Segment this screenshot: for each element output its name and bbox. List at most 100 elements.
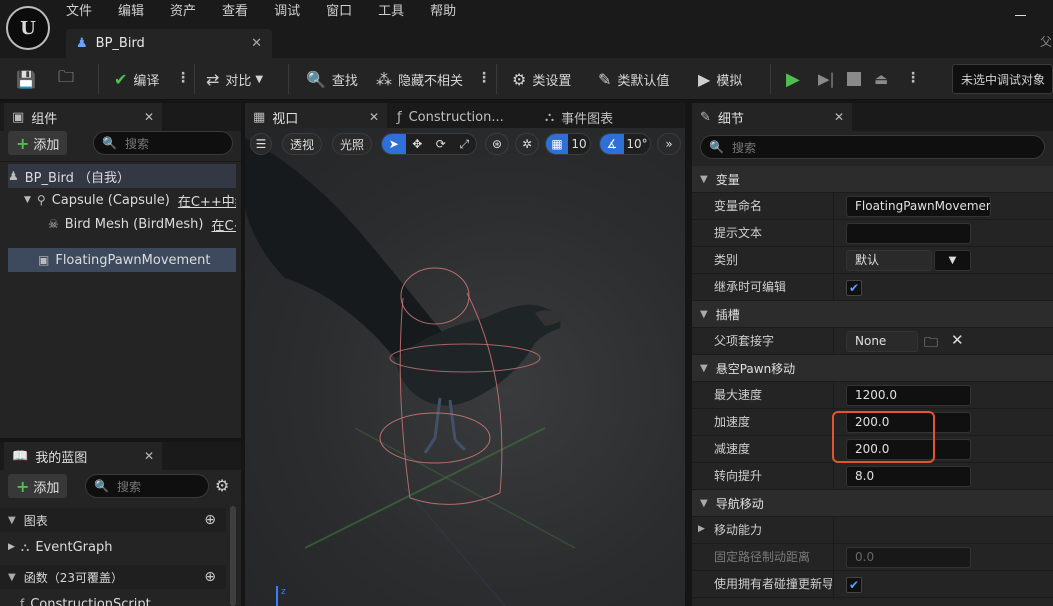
tab-construction-script[interactable]: ƒ Construction... <box>389 103 535 131</box>
tab-viewport[interactable]: ▦ 视口 ✕ <box>245 103 387 131</box>
tab-my-blueprint[interactable]: 📖 我的蓝图 ✕ <box>4 442 162 470</box>
section-graphs[interactable]: ▼ 图表 ⊕ <box>0 508 226 532</box>
move-tool-icon[interactable]: ✥ <box>406 137 430 151</box>
variable-name-input[interactable]: FloatingPawnMovement <box>846 196 991 217</box>
add-member-button[interactable]: + 添加 <box>8 474 68 498</box>
more-options-button[interactable]: » <box>657 133 681 155</box>
play-options-icon[interactable]: ⋮ <box>906 70 920 86</box>
expand-caret-icon[interactable]: ▶ <box>698 524 705 534</box>
details-search-input[interactable]: 🔍 搜索 <box>700 135 1045 159</box>
close-panel-icon[interactable]: ✕ <box>144 110 154 124</box>
edit-in-cpp-link[interactable]: 在C++ <box>211 215 236 234</box>
perspective-button[interactable]: 透视 <box>282 133 322 155</box>
menu-debug[interactable]: 调试 <box>274 2 300 22</box>
component-row-floating-pawn-movement[interactable]: ▣ FloatingPawnMovement <box>8 248 236 272</box>
browse-button[interactable]: 🗀 <box>58 58 80 100</box>
rotation-snap-value[interactable]: 10° <box>624 137 650 151</box>
my-blueprint-search-input[interactable]: 🔍 搜索 <box>85 474 209 498</box>
component-row-capsule[interactable]: ▼ ⚲ Capsule (Capsule) 在C++中编辑 <box>24 188 236 212</box>
viewport-options-button[interactable]: ☰ <box>250 133 272 155</box>
compile-button[interactable]: ✔ 编译 <box>114 58 159 100</box>
function-item-construction-script[interactable]: ƒ ConstructionScript <box>20 592 226 606</box>
column-divider[interactable] <box>833 328 834 355</box>
menu-file[interactable]: 文件 <box>66 2 92 22</box>
clear-socket-icon[interactable]: ✕ <box>951 331 964 349</box>
component-row-bird-mesh[interactable]: ☠ Bird Mesh (BirdMesh) 在C++ <box>48 212 236 236</box>
column-divider[interactable] <box>833 247 834 274</box>
column-divider[interactable] <box>833 517 834 544</box>
column-divider[interactable] <box>833 463 834 490</box>
settings-gear-icon[interactable]: ⚙ <box>215 476 229 495</box>
add-function-icon[interactable]: ⊕ <box>204 569 216 585</box>
eject-button[interactable]: ⏏ <box>874 58 888 100</box>
rotation-snap-control[interactable]: ∡ 10° <box>599 133 651 155</box>
tab-components[interactable]: ▣ 组件 ✕ <box>4 103 162 131</box>
parent-socket-field[interactable]: None <box>846 331 918 352</box>
tab-details[interactable]: ✎ 细节 ✕ <box>692 103 852 131</box>
save-button[interactable]: 💾 <box>16 58 42 100</box>
class-defaults-button[interactable]: ✎ 类默认值 <box>598 58 669 100</box>
stop-button[interactable] <box>847 58 861 100</box>
simulate-button[interactable]: ▶ 模拟 <box>698 58 742 100</box>
diff-button[interactable]: ⇄ 对比 ▼ <box>206 58 263 100</box>
column-divider[interactable] <box>833 571 834 598</box>
column-divider[interactable] <box>833 544 834 571</box>
column-divider[interactable] <box>833 193 834 220</box>
use-accel-checkbox[interactable]: ✔ <box>846 577 862 593</box>
find-button[interactable]: 🔍 查找 <box>306 58 358 100</box>
hide-unrelated-button[interactable]: ⁂ 隐藏不相关 <box>376 58 463 100</box>
grid-snap-icon[interactable]: ▦ <box>546 134 568 154</box>
column-divider[interactable] <box>833 274 834 301</box>
rotation-snap-icon[interactable]: ∡ <box>600 134 624 154</box>
editable-checkbox[interactable]: ✔ <box>846 280 862 296</box>
details-section-variables[interactable]: ▼ 变量 <box>692 166 1053 193</box>
surface-snap-toggle[interactable]: ✲ <box>515 133 539 155</box>
column-divider[interactable] <box>833 220 834 247</box>
menu-asset[interactable]: 资产 <box>170 2 196 22</box>
expand-caret-icon[interactable]: ▶ <box>8 542 15 552</box>
menu-view[interactable]: 查看 <box>222 2 248 22</box>
play-button[interactable]: ▶ <box>786 58 800 100</box>
graph-item-event-graph[interactable]: ▶ ⛬ EventGraph <box>8 535 226 559</box>
browse-socket-icon[interactable]: 🗀 <box>924 332 938 356</box>
column-divider[interactable] <box>833 382 834 409</box>
step-button[interactable]: ▶| <box>818 58 835 100</box>
scale-tool-icon[interactable]: ⤢ <box>453 137 477 152</box>
details-section-floating-pawn-movement[interactable]: ▼ 悬空Pawn移动 <box>692 355 1053 382</box>
close-tab-icon[interactable]: ✕ <box>251 36 262 51</box>
category-dropdown-chevron-icon[interactable]: ▼ <box>934 250 971 271</box>
unreal-logo[interactable]: U <box>6 6 50 50</box>
tooltip-input[interactable] <box>846 223 971 244</box>
menu-tools[interactable]: 工具 <box>378 2 404 22</box>
menu-window[interactable]: 窗口 <box>326 2 352 22</box>
minimize-button[interactable] <box>1015 15 1026 16</box>
add-graph-icon[interactable]: ⊕ <box>204 512 216 528</box>
select-tool-icon[interactable]: ➤ <box>382 134 406 154</box>
compile-options-icon[interactable]: ⋮ <box>176 70 190 86</box>
close-panel-icon[interactable]: ✕ <box>144 449 154 463</box>
components-search-input[interactable]: 🔍 搜索 <box>93 131 233 155</box>
rotate-tool-icon[interactable]: ⟳ <box>429 137 453 151</box>
close-panel-icon[interactable]: ✕ <box>834 110 844 124</box>
expand-caret-icon[interactable]: ▼ <box>24 195 31 205</box>
menu-edit[interactable]: 编辑 <box>118 2 144 22</box>
world-local-toggle[interactable]: ⊛ <box>485 133 509 155</box>
grid-snap-control[interactable]: ▦ 10 <box>545 133 591 155</box>
viewport-canvas[interactable]: z ☰ 透视 光照 ➤ ✥ ⟳ ⤢ ⊛ ✲ ▦ 10 ∡ 10° » <box>245 128 685 606</box>
lighting-button[interactable]: 光照 <box>332 133 372 155</box>
max-speed-input[interactable]: 1200.0 <box>846 385 971 406</box>
class-settings-button[interactable]: ⚙ 类设置 <box>512 58 571 100</box>
tab-event-graph[interactable]: ⛬ 事件图表 <box>537 103 683 131</box>
details-section-nav-movement[interactable]: ▼ 导航移动 <box>692 490 1053 517</box>
turning-boost-input[interactable]: 8.0 <box>846 466 971 487</box>
hide-options-icon[interactable]: ⋮ <box>477 70 491 86</box>
grid-snap-value[interactable]: 10 <box>568 137 590 151</box>
details-section-sockets[interactable]: ▼ 插槽 <box>692 301 1053 328</box>
document-tab-bp-bird[interactable]: ♟ BP_Bird ✕ <box>66 29 272 58</box>
edit-in-cpp-link[interactable]: 在C++中编辑 <box>178 191 236 210</box>
debug-object-dropdown[interactable]: 未选中调试对象 <box>952 64 1053 94</box>
component-row-bp-bird[interactable]: ♟ BP_Bird （自我） <box>8 164 236 188</box>
section-functions[interactable]: ▼ 函数（23可覆盖） ⊕ <box>0 565 226 589</box>
menu-help[interactable]: 帮助 <box>430 2 456 22</box>
scrollbar[interactable] <box>230 506 236 606</box>
